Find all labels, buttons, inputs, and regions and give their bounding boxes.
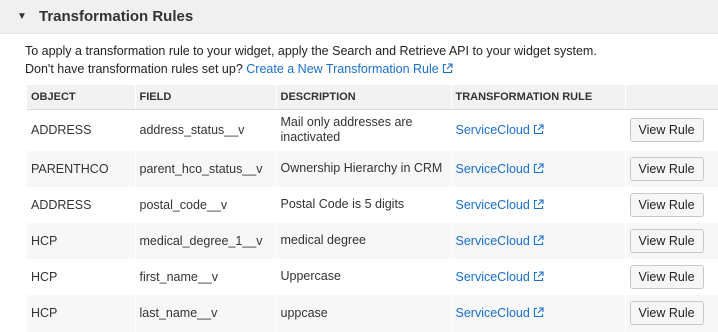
cell-field: last_name__v xyxy=(135,294,277,332)
cell-description: medical degree xyxy=(276,222,452,259)
table-header-row: OBJECT FIELD DESCRIPTION TRANSFORMATION … xyxy=(27,85,718,110)
rule-link-label: ServiceCloud xyxy=(455,306,530,320)
view-rule-button[interactable]: View Rule xyxy=(629,264,704,289)
cell-action: View Rule xyxy=(625,294,718,332)
table-row: HCP medical_degree_1__v medical degree S… xyxy=(27,222,718,259)
intro-line-1: To apply a transformation rule to your w… xyxy=(25,44,597,58)
rule-link[interactable]: ServiceCloud xyxy=(456,306,544,320)
view-rule-button[interactable]: View Rule xyxy=(629,228,704,253)
external-link-icon xyxy=(533,198,544,209)
cell-field: address_status__v xyxy=(135,109,277,151)
cell-rule: ServiceCloud xyxy=(451,222,626,259)
cell-object: HCP xyxy=(27,294,136,332)
cell-rule: ServiceCloud xyxy=(451,186,626,223)
external-link-icon xyxy=(442,63,453,74)
section-header[interactable]: ▼ Transformation Rules xyxy=(0,0,718,34)
cell-rule: ServiceCloud xyxy=(451,258,626,295)
view-rule-button[interactable]: View Rule xyxy=(629,192,704,217)
create-rule-link[interactable]: Create a New Transformation Rule xyxy=(246,62,453,76)
rules-table: OBJECT FIELD DESCRIPTION TRANSFORMATION … xyxy=(27,85,718,332)
cell-field: postal_code__v xyxy=(135,186,277,223)
cell-action: View Rule xyxy=(625,222,718,259)
header-actions xyxy=(625,85,718,110)
external-link-icon xyxy=(533,124,544,135)
external-link-icon xyxy=(533,307,544,318)
table-row: HCP last_name__v uppcase ServiceCloud Vi… xyxy=(27,294,718,332)
cell-field: parent_hco_status__v xyxy=(135,150,277,187)
header-field: FIELD xyxy=(135,85,277,110)
cell-description: Mail only addresses are inactivated xyxy=(276,109,452,151)
external-link-icon xyxy=(533,270,544,281)
cell-description: Uppercase xyxy=(276,258,452,295)
cell-field: first_name__v xyxy=(135,258,277,295)
cell-field: medical_degree_1__v xyxy=(135,222,277,259)
section-title: Transformation Rules xyxy=(39,8,194,25)
rule-link-label: ServiceCloud xyxy=(455,197,530,212)
header-description: DESCRIPTION xyxy=(276,85,452,110)
cell-rule: ServiceCloud xyxy=(451,109,626,151)
cell-object: ADDRESS xyxy=(27,109,136,151)
cell-rule: ServiceCloud xyxy=(451,294,626,332)
external-link-icon xyxy=(533,234,544,245)
cell-description: Postal Code is 5 digits xyxy=(276,186,452,223)
rule-link[interactable]: ServiceCloud xyxy=(456,234,544,248)
rule-link-label: ServiceCloud xyxy=(455,161,530,176)
intro-text: To apply a transformation rule to your w… xyxy=(25,42,597,78)
create-rule-link-label: Create a New Transformation Rule xyxy=(246,62,439,76)
rule-link[interactable]: ServiceCloud xyxy=(456,123,544,137)
rule-link[interactable]: ServiceCloud xyxy=(456,162,544,176)
intro-line-2-prefix: Don't have transformation rules set up? xyxy=(25,62,243,76)
table-row: PARENTHCO parent_hco_status__v Ownership… xyxy=(27,150,718,187)
table-row: HCP first_name__v Uppercase ServiceCloud… xyxy=(27,258,718,295)
cell-object: PARENTHCO xyxy=(27,150,136,187)
cell-action: View Rule xyxy=(625,186,718,223)
caret-down-icon[interactable]: ▼ xyxy=(17,11,39,22)
view-rule-button[interactable]: View Rule xyxy=(629,156,704,181)
cell-action: View Rule xyxy=(625,150,718,187)
cell-action: View Rule xyxy=(625,109,718,151)
intro-line-2: Don't have transformation rules set up? … xyxy=(25,60,597,78)
table-row: ADDRESS address_status__v Mail only addr… xyxy=(27,109,718,151)
external-link-icon xyxy=(533,162,544,173)
rule-link[interactable]: ServiceCloud xyxy=(456,270,544,284)
table-row: ADDRESS postal_code__v Postal Code is 5 … xyxy=(27,186,718,223)
rule-link-label: ServiceCloud xyxy=(455,233,530,248)
view-rule-button[interactable]: View Rule xyxy=(629,118,704,143)
cell-object: HCP xyxy=(27,258,136,295)
cell-rule: ServiceCloud xyxy=(451,150,626,187)
rule-link-label: ServiceCloud xyxy=(455,269,530,284)
cell-object: ADDRESS xyxy=(27,186,136,223)
header-transformation-rule: TRANSFORMATION RULE xyxy=(451,85,626,110)
rule-link[interactable]: ServiceCloud xyxy=(456,198,544,212)
cell-object: HCP xyxy=(27,222,136,259)
rule-link-label: ServiceCloud xyxy=(455,123,530,138)
header-object: OBJECT xyxy=(27,85,136,110)
cell-description: Ownership Hierarchy in CRM xyxy=(276,150,452,187)
cell-description: uppcase xyxy=(276,294,452,332)
view-rule-button[interactable]: View Rule xyxy=(629,301,704,325)
cell-action: View Rule xyxy=(625,258,718,295)
